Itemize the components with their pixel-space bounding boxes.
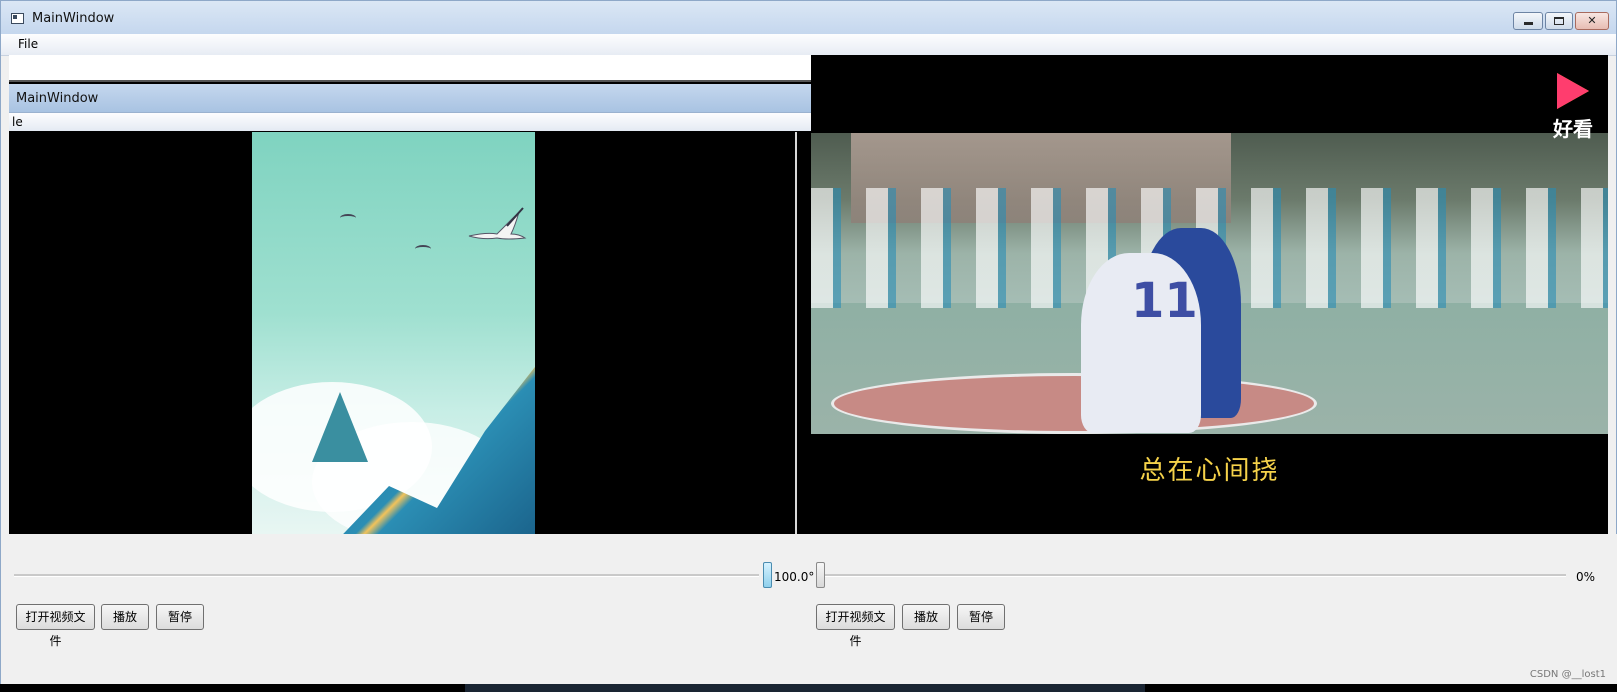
right-progress-track[interactable]: [816, 574, 1566, 577]
embedded-title-bar: MainWindow: [9, 84, 811, 113]
left-progress-track[interactable]: [14, 574, 759, 577]
close-button[interactable]: ✕: [1575, 12, 1609, 30]
right-open-video-button[interactable]: 打开视频文件: [816, 604, 895, 648]
left-open-video-button[interactable]: 打开视频文件: [16, 604, 95, 648]
court-key: [831, 373, 1317, 434]
embedded-window-title: MainWindow: [16, 91, 99, 106]
left-video-frame: [252, 132, 535, 534]
right-video-widget[interactable]: 11 好看 总在心间挠: [811, 55, 1608, 534]
maximize-button[interactable]: [1545, 12, 1573, 30]
controls-area: 100.0° 0% 打开视频文件 播放 暂停 打开视频文件 播放 暂停 CSDN…: [1, 534, 1617, 684]
embedded-menu-bar: le: [9, 113, 811, 131]
right-video-frame: 11: [811, 133, 1608, 434]
haokan-logo-icon: [1557, 73, 1589, 109]
menu-file[interactable]: File: [18, 37, 38, 51]
video-subtitle: 总在心间挠: [1139, 456, 1280, 486]
haokan-logo: 好看: [1550, 73, 1596, 142]
main-window: MainWindow ✕ File MainWindow le 11 好看 总在…: [0, 0, 1617, 684]
mountain-peak: [312, 392, 368, 462]
close-icon: ✕: [1587, 14, 1597, 27]
csdn-watermark: CSDN @__lost1: [1529, 669, 1606, 680]
jersey-number: 11: [1131, 273, 1198, 329]
bird-icon: [415, 245, 431, 253]
right-progress-handle[interactable]: [816, 562, 825, 588]
left-video-panel: MainWindow le: [9, 55, 811, 534]
left-video-widget[interactable]: [9, 132, 797, 534]
window-title: MainWindow: [32, 11, 115, 26]
minimize-button[interactable]: [1513, 12, 1543, 30]
embedded-menu-item[interactable]: le: [12, 115, 23, 129]
right-play-button[interactable]: 播放: [902, 604, 950, 630]
logo-text: 好看: [1553, 117, 1593, 141]
right-pause-button[interactable]: 暂停: [957, 604, 1005, 630]
right-progress-label: 0%: [1576, 570, 1596, 584]
taskbar-fragment: [465, 684, 1145, 692]
title-bar[interactable]: MainWindow ✕: [1, 1, 1616, 35]
bird-icon: [340, 214, 356, 222]
menu-bar: File: [1, 34, 1616, 56]
left-pause-button[interactable]: 暂停: [156, 604, 204, 630]
crane-icon: [468, 207, 527, 240]
left-progress-handle[interactable]: [763, 562, 772, 588]
app-icon: [11, 13, 24, 24]
embedded-text-field[interactable]: [9, 55, 811, 82]
left-play-button[interactable]: 播放: [101, 604, 149, 630]
left-progress-label: 100.0°: [774, 570, 815, 584]
